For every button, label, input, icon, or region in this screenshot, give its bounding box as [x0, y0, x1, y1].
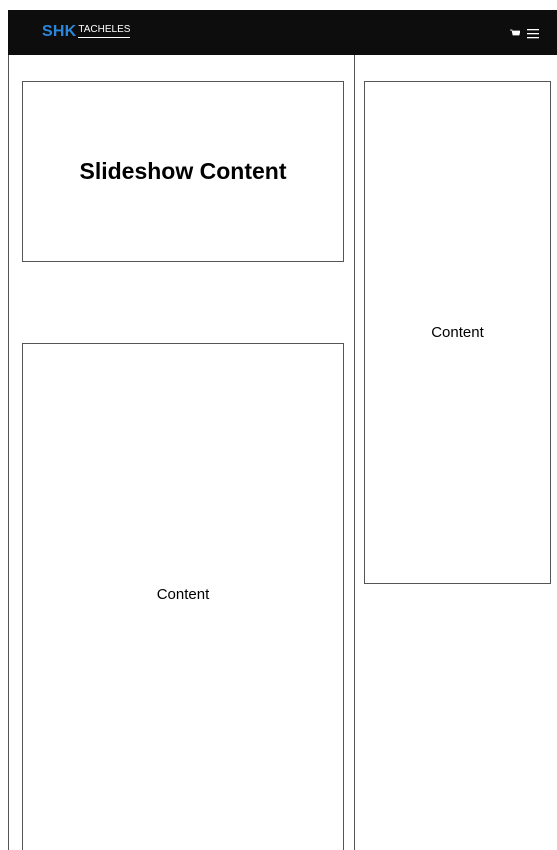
column-divider [354, 55, 355, 850]
layout-left-border [8, 55, 9, 850]
header-bar: SHK TACHELES [8, 10, 557, 55]
logo-primary-text: SHK [42, 23, 77, 40]
page: SHK TACHELES Slideshow Content Content C… [0, 0, 557, 850]
main-content-label: Content [156, 586, 210, 603]
main-content-panel: Content [22, 343, 344, 850]
slideshow-title: Slideshow Content [79, 158, 287, 184]
sidebar-content-panel: Content [364, 81, 551, 584]
cart-icon[interactable] [510, 29, 520, 38]
sidebar-content-label: Content [431, 324, 484, 341]
hamburger-menu-icon[interactable] [527, 28, 539, 39]
logo-secondary-text: TACHELES [78, 24, 131, 38]
slideshow-panel[interactable]: Slideshow Content [22, 81, 344, 262]
logo[interactable]: SHK TACHELES [42, 23, 131, 41]
